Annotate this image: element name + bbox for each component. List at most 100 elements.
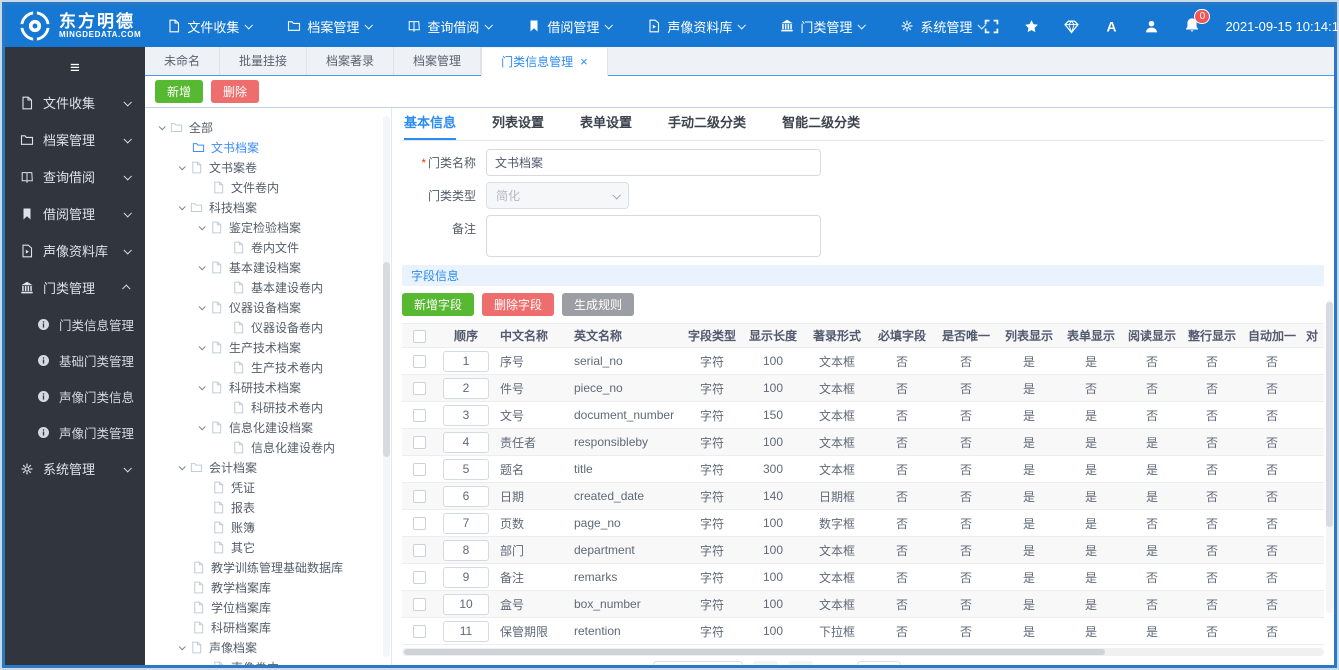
- tree-node[interactable]: 教学训练管理基础数据库: [145, 557, 391, 577]
- sidebar-item-system-management[interactable]: 系统管理: [5, 450, 145, 487]
- tree-node[interactable]: 仪器设备卷内: [145, 317, 391, 337]
- workspace-tab-1[interactable]: 批量挂接: [220, 47, 308, 75]
- sidebar-subitem-category-info-management[interactable]: 门类信息管理: [5, 306, 145, 342]
- tree-node[interactable]: 鉴定检验档案: [145, 217, 391, 237]
- prev-page-button[interactable]: [752, 660, 778, 665]
- gem-icon[interactable]: [1064, 19, 1080, 34]
- tree-node[interactable]: 账簿: [145, 517, 391, 537]
- topnav-query-borrow[interactable]: 查询借阅: [407, 17, 494, 36]
- row-checkbox[interactable]: [412, 490, 426, 504]
- user-icon[interactable]: [1144, 19, 1159, 34]
- category-name-input[interactable]: [486, 149, 821, 176]
- order-input[interactable]: [443, 539, 489, 561]
- delete-button[interactable]: 删除: [211, 80, 260, 103]
- tree-node[interactable]: 文件卷内: [145, 177, 391, 197]
- font-size-icon[interactable]: A: [1104, 19, 1119, 34]
- table-horizontal-scrollbar[interactable]: [402, 648, 1324, 656]
- table-vertical-scrollbar[interactable]: [1326, 300, 1333, 613]
- sidebar-item-file-collection[interactable]: 文件收集: [5, 84, 145, 121]
- row-checkbox[interactable]: [412, 571, 426, 585]
- tree-node[interactable]: 报表: [145, 497, 391, 517]
- detail-tab-0[interactable]: 基本信息: [404, 108, 457, 140]
- row-checkbox[interactable]: [412, 598, 426, 612]
- v-scrollbar-thumb[interactable]: [1326, 302, 1333, 528]
- tree-node[interactable]: 基本建设档案: [145, 257, 391, 277]
- favorite-icon[interactable]: [1024, 19, 1039, 34]
- tree-node[interactable]: 信息化建设档案: [145, 417, 391, 437]
- row-checkbox[interactable]: [412, 544, 426, 558]
- tree-scrollbar-thumb[interactable]: [383, 262, 390, 457]
- sidebar-item-query-borrow[interactable]: 查询借阅: [5, 158, 145, 195]
- goto-page-input[interactable]: [856, 660, 901, 665]
- order-input[interactable]: [443, 566, 489, 588]
- next-page-button[interactable]: [787, 660, 813, 665]
- tree-node[interactable]: 科技档案: [145, 197, 391, 217]
- last-page-link[interactable]: 尾页: [967, 665, 991, 666]
- brand-logo[interactable]: 东方明德 MINGDEDATA.COM: [19, 10, 141, 42]
- generate-rule-button[interactable]: 生成规则: [562, 293, 635, 316]
- tree-node[interactable]: 科研技术档案: [145, 377, 391, 397]
- sidebar-item-category-management[interactable]: 门类管理: [5, 269, 145, 306]
- order-input[interactable]: [443, 431, 489, 453]
- topnav-borrow-management[interactable]: 借阅管理: [527, 17, 614, 36]
- topnav-file-collection[interactable]: 文件收集: [167, 17, 254, 36]
- tree-node[interactable]: 文书档案: [145, 137, 391, 157]
- detail-tab-1[interactable]: 列表设置: [492, 108, 544, 140]
- sidebar-item-borrow-management[interactable]: 借阅管理: [5, 195, 145, 232]
- category-type-select[interactable]: 简化: [486, 182, 629, 209]
- tree-node[interactable]: 其它: [145, 537, 391, 557]
- sidebar-item-archive-management[interactable]: 档案管理: [5, 121, 145, 158]
- order-input[interactable]: [443, 485, 489, 507]
- tree-node[interactable]: 声像档案: [145, 637, 391, 657]
- tree-node[interactable]: 会计档案: [145, 457, 391, 477]
- row-checkbox[interactable]: [412, 355, 426, 369]
- row-checkbox[interactable]: [412, 409, 426, 423]
- workspace-tab-0[interactable]: 未命名: [145, 47, 221, 75]
- tree-node[interactable]: 卷内文件: [145, 237, 391, 257]
- tree-node[interactable]: 基本建设卷内: [145, 277, 391, 297]
- tree-node[interactable]: 教学档案库: [145, 577, 391, 597]
- order-input[interactable]: [443, 404, 489, 426]
- tree-node[interactable]: 全部: [145, 117, 391, 137]
- sidebar-subitem-av-category-management[interactable]: 声像门类管理: [5, 414, 145, 450]
- tree-node[interactable]: 凭证: [145, 477, 391, 497]
- row-checkbox[interactable]: [412, 436, 426, 450]
- row-checkbox[interactable]: [412, 517, 426, 531]
- select-all-checkbox[interactable]: [412, 329, 426, 343]
- row-checkbox[interactable]: [412, 463, 426, 477]
- tree-node[interactable]: 信息化建设卷内: [145, 437, 391, 457]
- order-input[interactable]: [443, 512, 489, 534]
- sidebar-subitem-basic-category-management[interactable]: 基础门类管理: [5, 342, 145, 378]
- order-input[interactable]: [443, 593, 489, 615]
- sidebar-item-av-library[interactable]: 声像资料库: [5, 232, 145, 269]
- topnav-system-management[interactable]: 系统管理: [900, 17, 987, 36]
- topnav-archive-management[interactable]: 档案管理: [287, 17, 374, 36]
- detail-tab-3[interactable]: 手动二级分类: [668, 108, 746, 140]
- tree-node[interactable]: 生产技术卷内: [145, 357, 391, 377]
- detail-tab-4[interactable]: 智能二级分类: [782, 108, 860, 140]
- delete-field-button[interactable]: 删除字段: [482, 293, 555, 316]
- order-input[interactable]: [443, 377, 489, 399]
- add-button[interactable]: 新增: [155, 80, 204, 103]
- fullscreen-icon[interactable]: [984, 19, 999, 34]
- workspace-tab-2[interactable]: 档案著录: [307, 47, 395, 75]
- bell-icon[interactable]: 0: [1184, 8, 1211, 36]
- topnav-av-library[interactable]: 声像资料库: [647, 17, 747, 36]
- add-field-button[interactable]: 新增字段: [402, 293, 475, 316]
- tree-node[interactable]: 声像卷内: [145, 657, 391, 665]
- workspace-tab-3[interactable]: 档案管理: [394, 47, 482, 75]
- tree-node[interactable]: 生产技术档案: [145, 337, 391, 357]
- tree-scrollbar[interactable]: [383, 116, 390, 657]
- tree-node[interactable]: 仪器设备档案: [145, 297, 391, 317]
- order-input[interactable]: [443, 620, 489, 642]
- sidebar-subitem-av-category-info[interactable]: 声像门类信息: [5, 378, 145, 414]
- tree-node[interactable]: 文书案卷: [145, 157, 391, 177]
- row-checkbox[interactable]: [412, 625, 426, 639]
- workspace-tab-4[interactable]: 门类信息管理 ×: [481, 48, 608, 76]
- row-checkbox[interactable]: [412, 382, 426, 396]
- sidebar-collapse-button[interactable]: ≡: [5, 52, 145, 84]
- detail-tab-2[interactable]: 表单设置: [580, 108, 632, 140]
- page-size-select[interactable]: 100条/页: [652, 660, 743, 665]
- tree-node[interactable]: 学位档案库: [145, 597, 391, 617]
- close-icon[interactable]: ×: [580, 55, 588, 68]
